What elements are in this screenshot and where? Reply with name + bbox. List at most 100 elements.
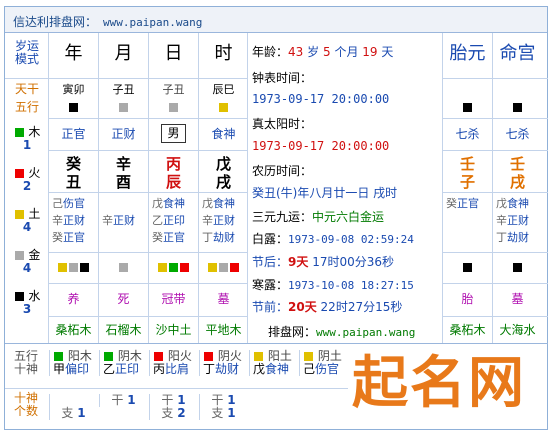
dayun-item: 阳土 戊食神 <box>249 349 297 377</box>
count-row-label: 十神 个数 <box>13 391 38 419</box>
pillar-state: 养 <box>67 292 80 306</box>
hidden-stem: 癸正官 <box>52 231 85 244</box>
pillar-zhi: 辰 <box>165 173 181 191</box>
pillar-color-squares <box>199 261 248 274</box>
pillar-state: 冠带 <box>161 292 186 306</box>
pillar-gan: 丙 <box>165 155 181 173</box>
side-state: 胎 <box>461 292 474 306</box>
side-gan: 壬 <box>459 155 475 173</box>
dayun-item: 阴火 丁劫财 <box>199 349 247 377</box>
side-state: 墓 <box>511 292 524 306</box>
side-shishen: 七杀 <box>505 127 530 141</box>
side-label: 命宫 <box>499 43 536 64</box>
side-color-square <box>443 261 492 274</box>
hidden-stem: 戊食神 <box>152 197 185 210</box>
pillar-shishen: 正财 <box>111 127 136 141</box>
solar-label: 真太阳时： <box>252 117 313 131</box>
pillar-nayin: 平地木 <box>205 323 242 337</box>
pillar-color-squares <box>49 261 98 274</box>
element-item: 土4 <box>8 207 46 234</box>
pillar-branches: 子丑 <box>162 83 185 96</box>
site-line: 排盘网：www.paipan.wang <box>268 325 416 339</box>
lunar-label: 农历时间： <box>252 164 313 178</box>
pillar-zhi: 酉 <box>115 173 131 191</box>
side-square <box>443 101 492 114</box>
pillar-branches: 辰巳 <box>212 83 235 96</box>
hidden-stem: 辛正财 <box>202 214 235 227</box>
bailu-line: 白露：1973-09-08 02:59:24 <box>252 232 414 246</box>
dayun-item: 阴木 乙正印 <box>99 349 147 377</box>
pillar-element-square <box>149 101 198 114</box>
pillar-shishen: 正官 <box>61 127 86 141</box>
pillar-element-square <box>99 101 148 114</box>
pillar-label: 月 <box>114 43 133 64</box>
mode-label: 岁运 模式 <box>14 39 39 67</box>
element-item: 木1 <box>8 125 46 152</box>
clock-label: 钟表时间： <box>252 71 313 85</box>
side-gan: 壬 <box>509 155 525 173</box>
element-item: 火2 <box>8 166 46 193</box>
dayun-item: 阳木 甲偏印 <box>49 349 97 377</box>
side-square <box>493 101 542 114</box>
pillar-state: 死 <box>117 292 130 306</box>
pillar-zhi: 丑 <box>65 173 81 191</box>
hidden-stem: 癸正官 <box>152 231 185 244</box>
pillar-label: 年 <box>64 43 83 64</box>
side-nayin: 桑柘木 <box>449 323 486 337</box>
after-line: 节后：9天 17时00分36秒 <box>252 255 395 269</box>
hanlu-line: 寒露：1973-10-08 18:27:15 <box>252 278 414 292</box>
pillar-color-squares <box>99 261 148 274</box>
pillar-branches: 寅卯 <box>62 83 85 96</box>
side-hidden: 癸正官 <box>446 197 479 210</box>
pillar-shishen: 食神 <box>211 127 236 141</box>
watermark-logo: 起名网 <box>352 350 526 416</box>
dayun-item: 阳火 丙比肩 <box>149 349 197 377</box>
pillar-zhi: 戌 <box>215 173 231 191</box>
xing-label: 五行 <box>14 100 39 114</box>
pillar-gan: 辛 <box>115 155 131 173</box>
side-nayin: 大海水 <box>499 323 536 337</box>
hidden-stem: 己伤官 <box>52 197 85 210</box>
dayun-count: 干 1 <box>99 393 147 408</box>
site-title: 信达利排盘网： <box>13 15 98 29</box>
side-zhi: 子 <box>459 173 475 191</box>
element-item: 金4 <box>8 248 46 275</box>
side-zhi: 戌 <box>509 173 525 191</box>
pillar-nayin: 沙中土 <box>155 323 192 337</box>
pillar-label: 日 <box>164 43 183 64</box>
dayun-item: 阴土 己伤官 <box>299 349 347 377</box>
pillar-nayin: 石榴木 <box>105 323 142 337</box>
pillar-shishen[interactable]: 男 <box>161 124 186 144</box>
side-label: 胎元 <box>449 43 486 64</box>
before-line: 节前：20天 22时27分15秒 <box>252 300 403 314</box>
hidden-stem: 乙正印 <box>152 214 185 227</box>
pillar-gan: 癸 <box>65 155 81 173</box>
dayun-count: 干 1支 1 <box>199 393 247 421</box>
pillar-element-square <box>199 101 248 114</box>
hidden-stem: 辛正财 <box>52 214 85 227</box>
element-item: 水3 <box>8 289 46 316</box>
side-hidden: 丁劫财 <box>496 231 529 244</box>
side-hidden: 戊食神 <box>496 197 529 210</box>
side-color-square <box>493 261 542 274</box>
pillar-element-square <box>49 101 98 114</box>
site-url[interactable]: www.paipan.wang <box>103 16 202 29</box>
gan-label: 天干 <box>14 82 39 96</box>
dayun-row-label: 五行 十神 <box>13 349 38 377</box>
side-hidden: 辛正财 <box>496 214 529 227</box>
clock-time: 1973-09-17 20:00:00 <box>252 92 390 106</box>
pillar-nayin: 桑柘木 <box>55 323 92 337</box>
pillar-color-squares <box>149 261 198 274</box>
page-header: 信达利排盘网： www.paipan.wang <box>5 7 547 33</box>
lunar-date: 癸丑(牛)年八月廿一日 戌时 <box>252 186 398 200</box>
yun-line: 三元九运：中元六白金运 <box>252 210 385 224</box>
hidden-stem: 丁劫财 <box>202 231 235 244</box>
side-shishen: 七杀 <box>455 127 480 141</box>
hidden-stem: 辛正财 <box>102 214 135 227</box>
hidden-stem: 戊食神 <box>202 197 235 210</box>
pillar-branches: 子丑 <box>112 83 135 96</box>
pillar-gan: 戊 <box>215 155 231 173</box>
dayun-count: 干 1支 2 <box>149 393 197 421</box>
pillar-state: 墓 <box>217 292 230 306</box>
pillar-label: 时 <box>214 43 233 64</box>
